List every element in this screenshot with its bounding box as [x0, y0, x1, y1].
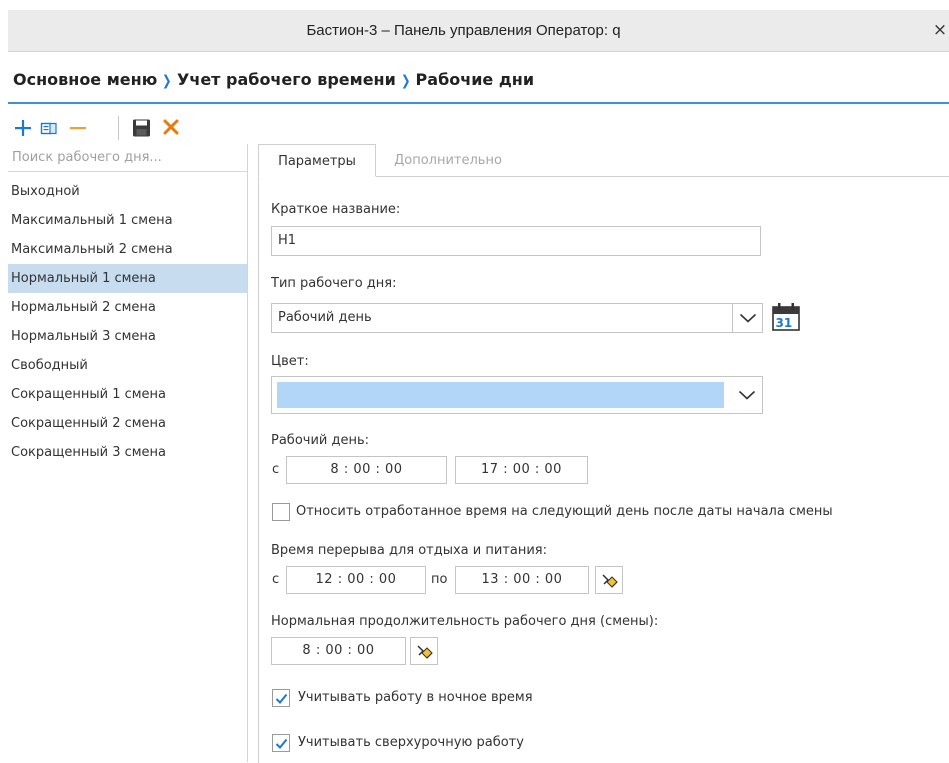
add-icon: [15, 120, 31, 136]
night-work-checkbox[interactable]: [272, 689, 290, 707]
short-name-label: Краткое название:: [271, 202, 401, 217]
eraser-icon: [602, 574, 618, 588]
work-day-start-input[interactable]: 8 : 00 : 00: [286, 456, 447, 484]
overtime-checkbox[interactable]: [272, 734, 290, 752]
copy-icon: [40, 122, 57, 135]
remove-icon: [70, 127, 86, 130]
list-item[interactable]: Выходной: [8, 177, 247, 206]
calendar-day-text: 31: [776, 316, 793, 330]
breadcrumb-item-time-tracking[interactable]: Учет рабочего времени: [177, 70, 396, 89]
save-button[interactable]: [131, 114, 155, 142]
list-item[interactable]: Максимальный 2 смена: [8, 235, 247, 264]
calendar-icon: 31: [772, 303, 800, 331]
remove-button[interactable]: [67, 114, 91, 142]
color-swatch: [277, 382, 724, 408]
copy-button[interactable]: [39, 114, 63, 142]
calendar-button[interactable]: 31: [771, 302, 801, 332]
title-bar: Бастион-3 – Панель управления Оператор: …: [8, 10, 949, 52]
list-item[interactable]: Сокращенный 2 смена: [8, 409, 247, 438]
breadcrumb-item-work-days: Рабочие дни: [415, 70, 535, 89]
cancel-icon: [163, 119, 179, 135]
next-day-label: Относить отработанное время на следующий…: [296, 504, 833, 519]
chevron-down-icon[interactable]: [732, 377, 762, 413]
duration-input[interactable]: 8 : 00 : 00: [271, 637, 406, 665]
break-end-input[interactable]: 13 : 00 : 00: [455, 566, 589, 594]
duration-clear-button[interactable]: [410, 637, 438, 665]
list-item[interactable]: Нормальный 2 смена: [8, 293, 247, 322]
window-title: Бастион-3 – Панель управления Оператор: …: [306, 22, 621, 39]
eraser-icon: [417, 645, 433, 659]
break-start-input[interactable]: 12 : 00 : 00: [286, 566, 426, 594]
chevron-down-icon[interactable]: [732, 304, 762, 332]
toolbar-separator: [118, 116, 119, 140]
checkmark-icon: [275, 738, 288, 749]
work-day-end-input[interactable]: 17 : 00 : 00: [455, 456, 588, 484]
tab-parameters[interactable]: Параметры: [258, 144, 376, 177]
night-work-label: Учитывать работу в ночное время: [298, 690, 533, 705]
add-button[interactable]: [13, 114, 37, 142]
day-type-select[interactable]: Рабочий день: [271, 303, 763, 333]
short-name-input[interactable]: Н1: [271, 226, 761, 256]
sidebar: Выходной Максимальный 1 смена Максимальн…: [8, 144, 248, 762]
list-item[interactable]: Нормальный 3 смена: [8, 322, 247, 351]
work-day-label: Рабочий день:: [271, 433, 370, 448]
list-item-selected[interactable]: Нормальный 1 смена: [8, 264, 247, 293]
day-type-label: Тип рабочего дня:: [271, 276, 397, 291]
break-from-label: с: [272, 572, 280, 587]
duration-label: Нормальная продолжительность рабочего дн…: [271, 614, 659, 629]
work-day-from-label: с: [272, 462, 280, 477]
breadcrumb-separator-icon: ❯: [400, 73, 411, 89]
work-day-list: Выходной Максимальный 1 смена Максимальн…: [8, 177, 247, 467]
list-item[interactable]: Максимальный 1 смена: [8, 206, 247, 235]
list-item[interactable]: Сокращенный 3 смена: [8, 438, 247, 467]
list-item[interactable]: Сокращенный 1 смена: [8, 380, 247, 409]
breadcrumb-divider: [8, 102, 949, 104]
breadcrumb: Основное меню ❯ Учет рабочего времени ❯ Рабо…: [13, 62, 534, 98]
close-button[interactable]: ×: [931, 10, 949, 51]
cancel-button[interactable]: [161, 114, 185, 142]
next-day-checkbox[interactable]: [272, 503, 290, 521]
break-clear-button[interactable]: [595, 566, 623, 594]
search-input[interactable]: [8, 144, 247, 172]
day-type-value: Рабочий день: [278, 310, 372, 325]
checkmark-icon: [275, 693, 288, 704]
color-select[interactable]: [271, 376, 763, 414]
breadcrumb-item-main-menu[interactable]: Основное меню: [13, 70, 157, 89]
breadcrumb-separator-icon: ❯: [162, 73, 172, 89]
break-label: Время перерыва для отдыха и питания:: [271, 543, 547, 558]
overtime-label: Учитывать сверхурочную работу: [298, 735, 524, 750]
tab-additional[interactable]: Дополнительно: [378, 144, 518, 177]
save-icon: [133, 119, 150, 137]
break-to-label: по: [431, 572, 448, 587]
color-label: Цвет:: [271, 354, 309, 369]
list-item[interactable]: Свободный: [8, 351, 247, 380]
